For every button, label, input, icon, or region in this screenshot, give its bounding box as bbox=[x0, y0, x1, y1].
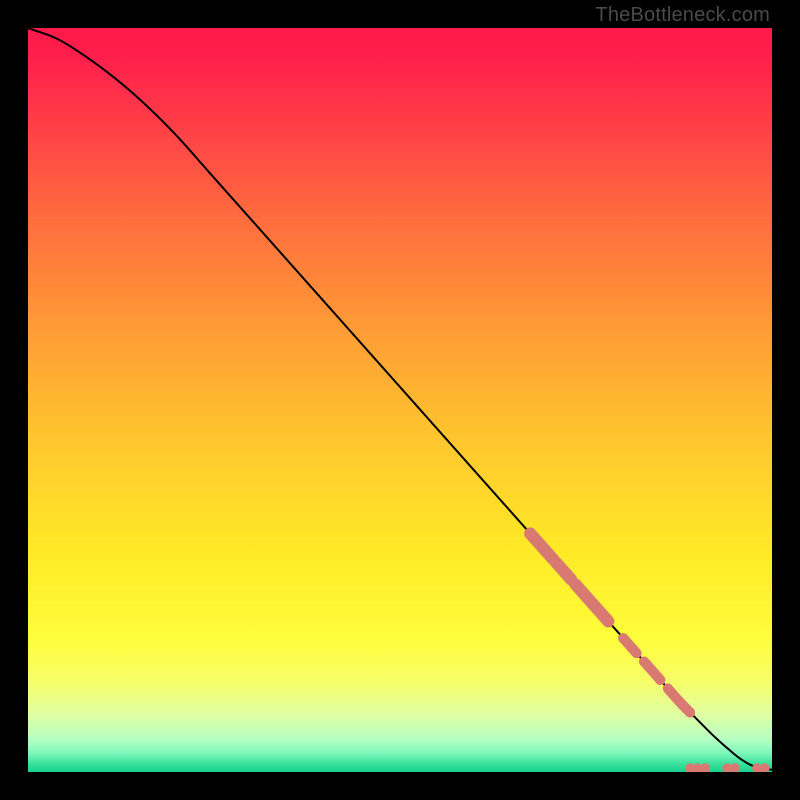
chart-background bbox=[28, 28, 772, 772]
chart-frame: TheBottleneck.com bbox=[0, 0, 800, 800]
watermark-text: TheBottleneck.com bbox=[595, 4, 770, 27]
chart-plot-area bbox=[28, 28, 772, 772]
